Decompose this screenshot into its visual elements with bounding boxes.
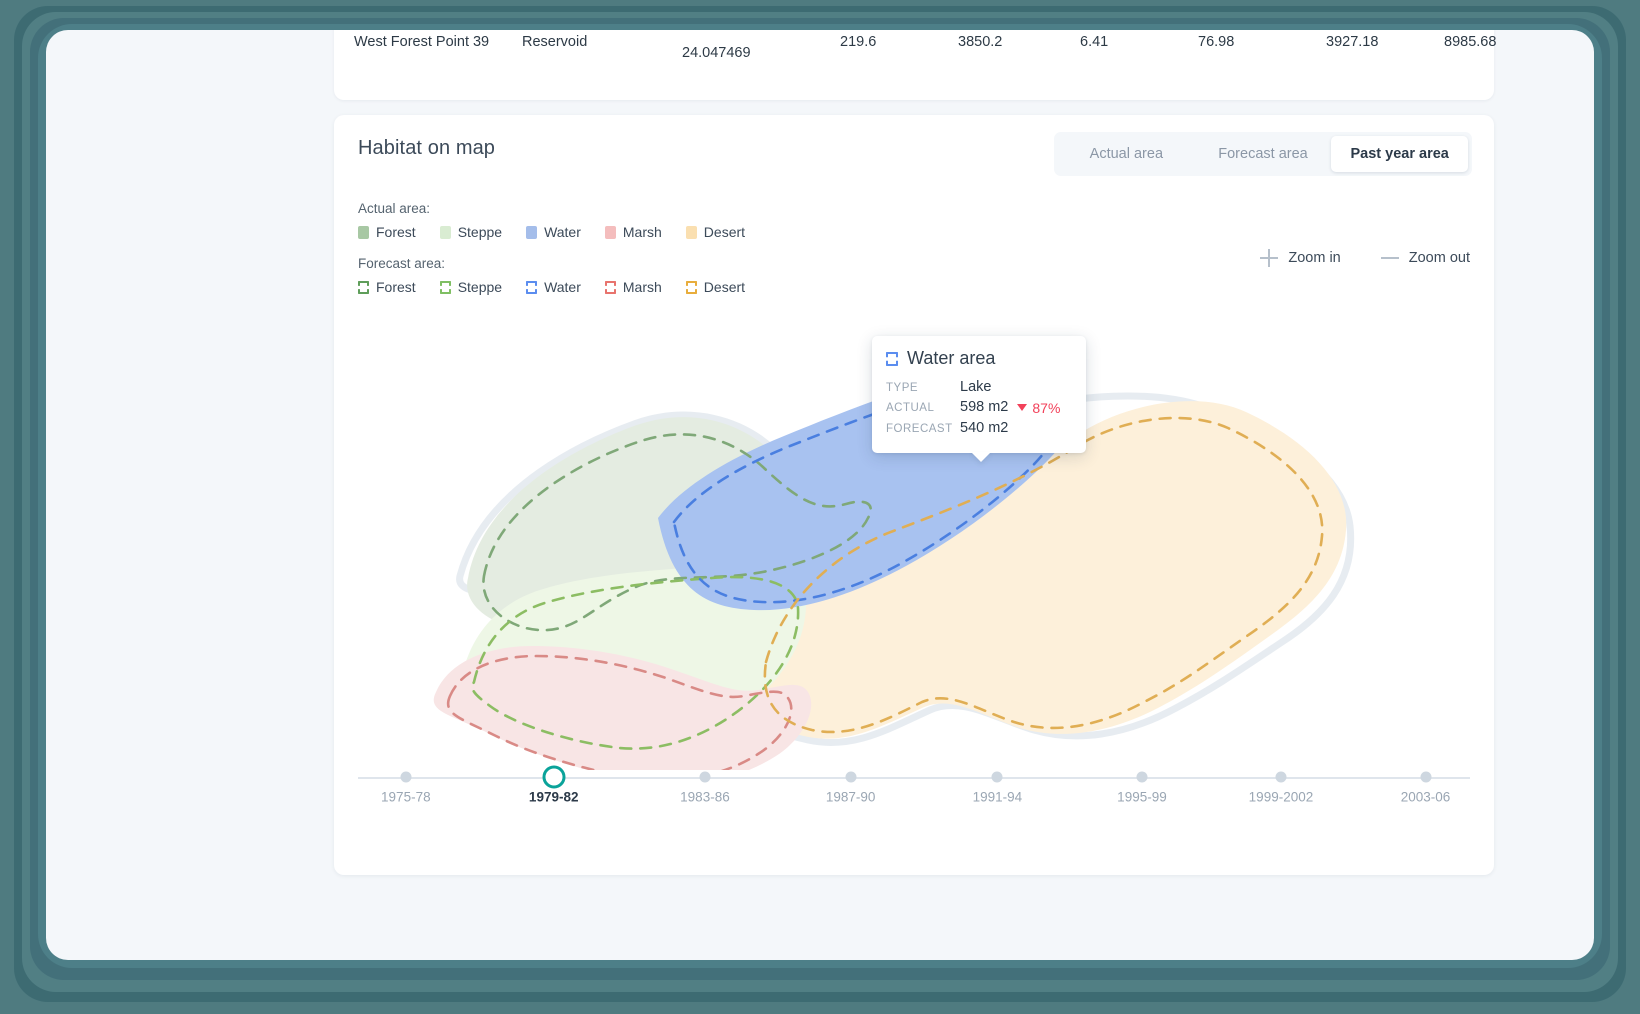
cell-point-type: Reservoid [522, 34, 588, 50]
timeline-label: 1979-82 [528, 789, 579, 805]
zoom-in-label: Zoom in [1288, 250, 1341, 266]
tooltip-value: Lake [960, 379, 992, 395]
timeline-dot-icon [699, 771, 711, 783]
timeline-node-1975-78[interactable]: 1975-78 [381, 771, 431, 805]
legend-label: Desert [703, 224, 746, 240]
zoom-out-button[interactable]: Zoom out [1380, 249, 1470, 267]
triangle-down-icon [1017, 404, 1028, 411]
cell-point-name: West Forest Point 39 [354, 34, 490, 50]
tooltip-rows: TYPE Lake ACTUAL 598 m2 87% FORECAST 540… [886, 379, 1072, 436]
timeline-node-1991-94[interactable]: 1991-94 [973, 771, 1022, 805]
tooltip-row-actual: ACTUAL 598 m2 87% [886, 399, 1072, 416]
legend-item-actual-forest[interactable]: Forest [358, 224, 416, 240]
cell-value-2: 3850.2 [958, 34, 1003, 50]
tooltip-header: Water area [886, 348, 1072, 369]
timeline-track [358, 777, 1470, 779]
timeline-dot-icon [400, 771, 412, 783]
timeline-node-1995-99[interactable]: 1995-99 [1117, 771, 1167, 805]
timeline-label: 1983-86 [680, 789, 730, 805]
zoom-controls: Zoom in Zoom out [1220, 249, 1470, 267]
legend-item-actual-water[interactable]: Water [526, 224, 581, 240]
tab-past-year-area[interactable]: Past year area [1331, 136, 1469, 172]
timeline-node-1999-2002[interactable]: 1999-2002 [1249, 771, 1313, 805]
swatch-water-icon [526, 225, 538, 239]
map-tooltip: Water area TYPE Lake ACTUAL 598 m2 87% F… [872, 336, 1086, 453]
legend-label: Marsh [622, 224, 662, 240]
timeline-label: 1995-99 [1117, 789, 1167, 805]
zoom-in-button[interactable]: Zoom in [1260, 249, 1341, 267]
cell-value-1: 219.6 [840, 34, 877, 50]
timeline-dot-icon [845, 771, 857, 783]
timeline-dot-icon [991, 771, 1003, 783]
cell-coordinate: 24.047469 [682, 45, 751, 61]
legend-actual: Actual area: Forest Steppe Water Marsh D… [358, 201, 769, 240]
tooltip-delta-value: 87% [1032, 399, 1061, 416]
legend-actual-caption: Actual area: [358, 201, 431, 216]
timeline-dot-icon [1275, 771, 1287, 783]
cell-value-6: 8985.68 [1444, 34, 1497, 50]
plus-icon [1260, 249, 1279, 267]
area-mode-tabs[interactable]: Actual area Forecast area Past year area [1054, 132, 1472, 176]
timeline-node-1979-82[interactable]: 1979-82 [529, 765, 578, 805]
timeline-node-1983-86[interactable]: 1983-86 [680, 771, 730, 805]
swatch-steppe-icon [439, 225, 451, 239]
tooltip-value: 540 m2 [960, 419, 1009, 436]
legend-label: Water [544, 224, 581, 240]
timeline-dot-icon [1420, 771, 1432, 783]
legend-label: Forest [376, 224, 416, 240]
timeline-slider[interactable]: 1975-78 1979-82 1983-86 1987-90 1991-94 … [358, 763, 1470, 833]
table-row[interactable]: West Forest Point 39 Reservoid 24.047469… [334, 34, 1496, 61]
tooltip-key: FORECAST [886, 422, 953, 435]
cell-value-5: 3927.18 [1326, 34, 1379, 50]
cell-value-4: 76.98 [1198, 34, 1235, 50]
card-header: Habitat on map Actual area Forecast area… [334, 115, 1494, 189]
timeline-label: 1987-90 [825, 789, 876, 805]
timeline-label: 1975-78 [381, 789, 431, 805]
timeline-label: 1991-94 [972, 789, 1023, 805]
points-table-card: West Forest Point 39 Reservoid 24.047469… [334, 30, 1496, 100]
minus-icon [1380, 249, 1399, 267]
timeline-node-1987-90[interactable]: 1987-90 [826, 771, 875, 805]
tab-actual-area[interactable]: Actual area [1058, 136, 1195, 172]
tooltip-row-forecast: FORECAST 540 m2 [886, 420, 1072, 436]
timeline-dot-icon [1136, 771, 1148, 783]
tooltip-value: 598 m2 [960, 399, 1009, 415]
zoom-out-label: Zoom out [1408, 250, 1470, 266]
legend-forecast-caption: Forecast area: [358, 256, 446, 271]
timeline-label: 2003-06 [1400, 789, 1451, 805]
tooltip-key: ACTUAL [886, 402, 935, 414]
cell-value-3: 6.41 [1080, 34, 1109, 50]
water-dashed-swatch-icon [886, 351, 898, 366]
legend-item-actual-marsh[interactable]: Marsh [604, 224, 662, 240]
app-viewport: West Forest Point 39 Reservoid 24.047469… [46, 30, 1594, 960]
swatch-forest-icon [358, 225, 369, 239]
page-title: Habitat on map [358, 137, 496, 159]
legend-item-actual-steppe[interactable]: Steppe [439, 224, 503, 240]
timeline-node-2003-06[interactable]: 2003-06 [1401, 771, 1450, 805]
timeline-label: 1999-2002 [1248, 789, 1314, 805]
tooltip-key: TYPE [886, 382, 919, 394]
legend-label: Steppe [457, 224, 503, 240]
timeline-dot-icon [542, 765, 566, 789]
legend-item-actual-desert[interactable]: Desert [685, 224, 746, 240]
status-badge: 87% [1017, 400, 1060, 416]
swatch-desert-icon [685, 225, 697, 239]
tooltip-title: Water area [907, 348, 996, 368]
tooltip-row-type: TYPE Lake [886, 379, 1072, 395]
swatch-marsh-icon [604, 225, 616, 239]
habitat-map-card: Habitat on map Actual area Forecast area… [334, 115, 1494, 875]
legend-actual-items: Forest Steppe Water Marsh Desert [358, 224, 769, 240]
tab-forecast-area[interactable]: Forecast area [1195, 136, 1332, 172]
